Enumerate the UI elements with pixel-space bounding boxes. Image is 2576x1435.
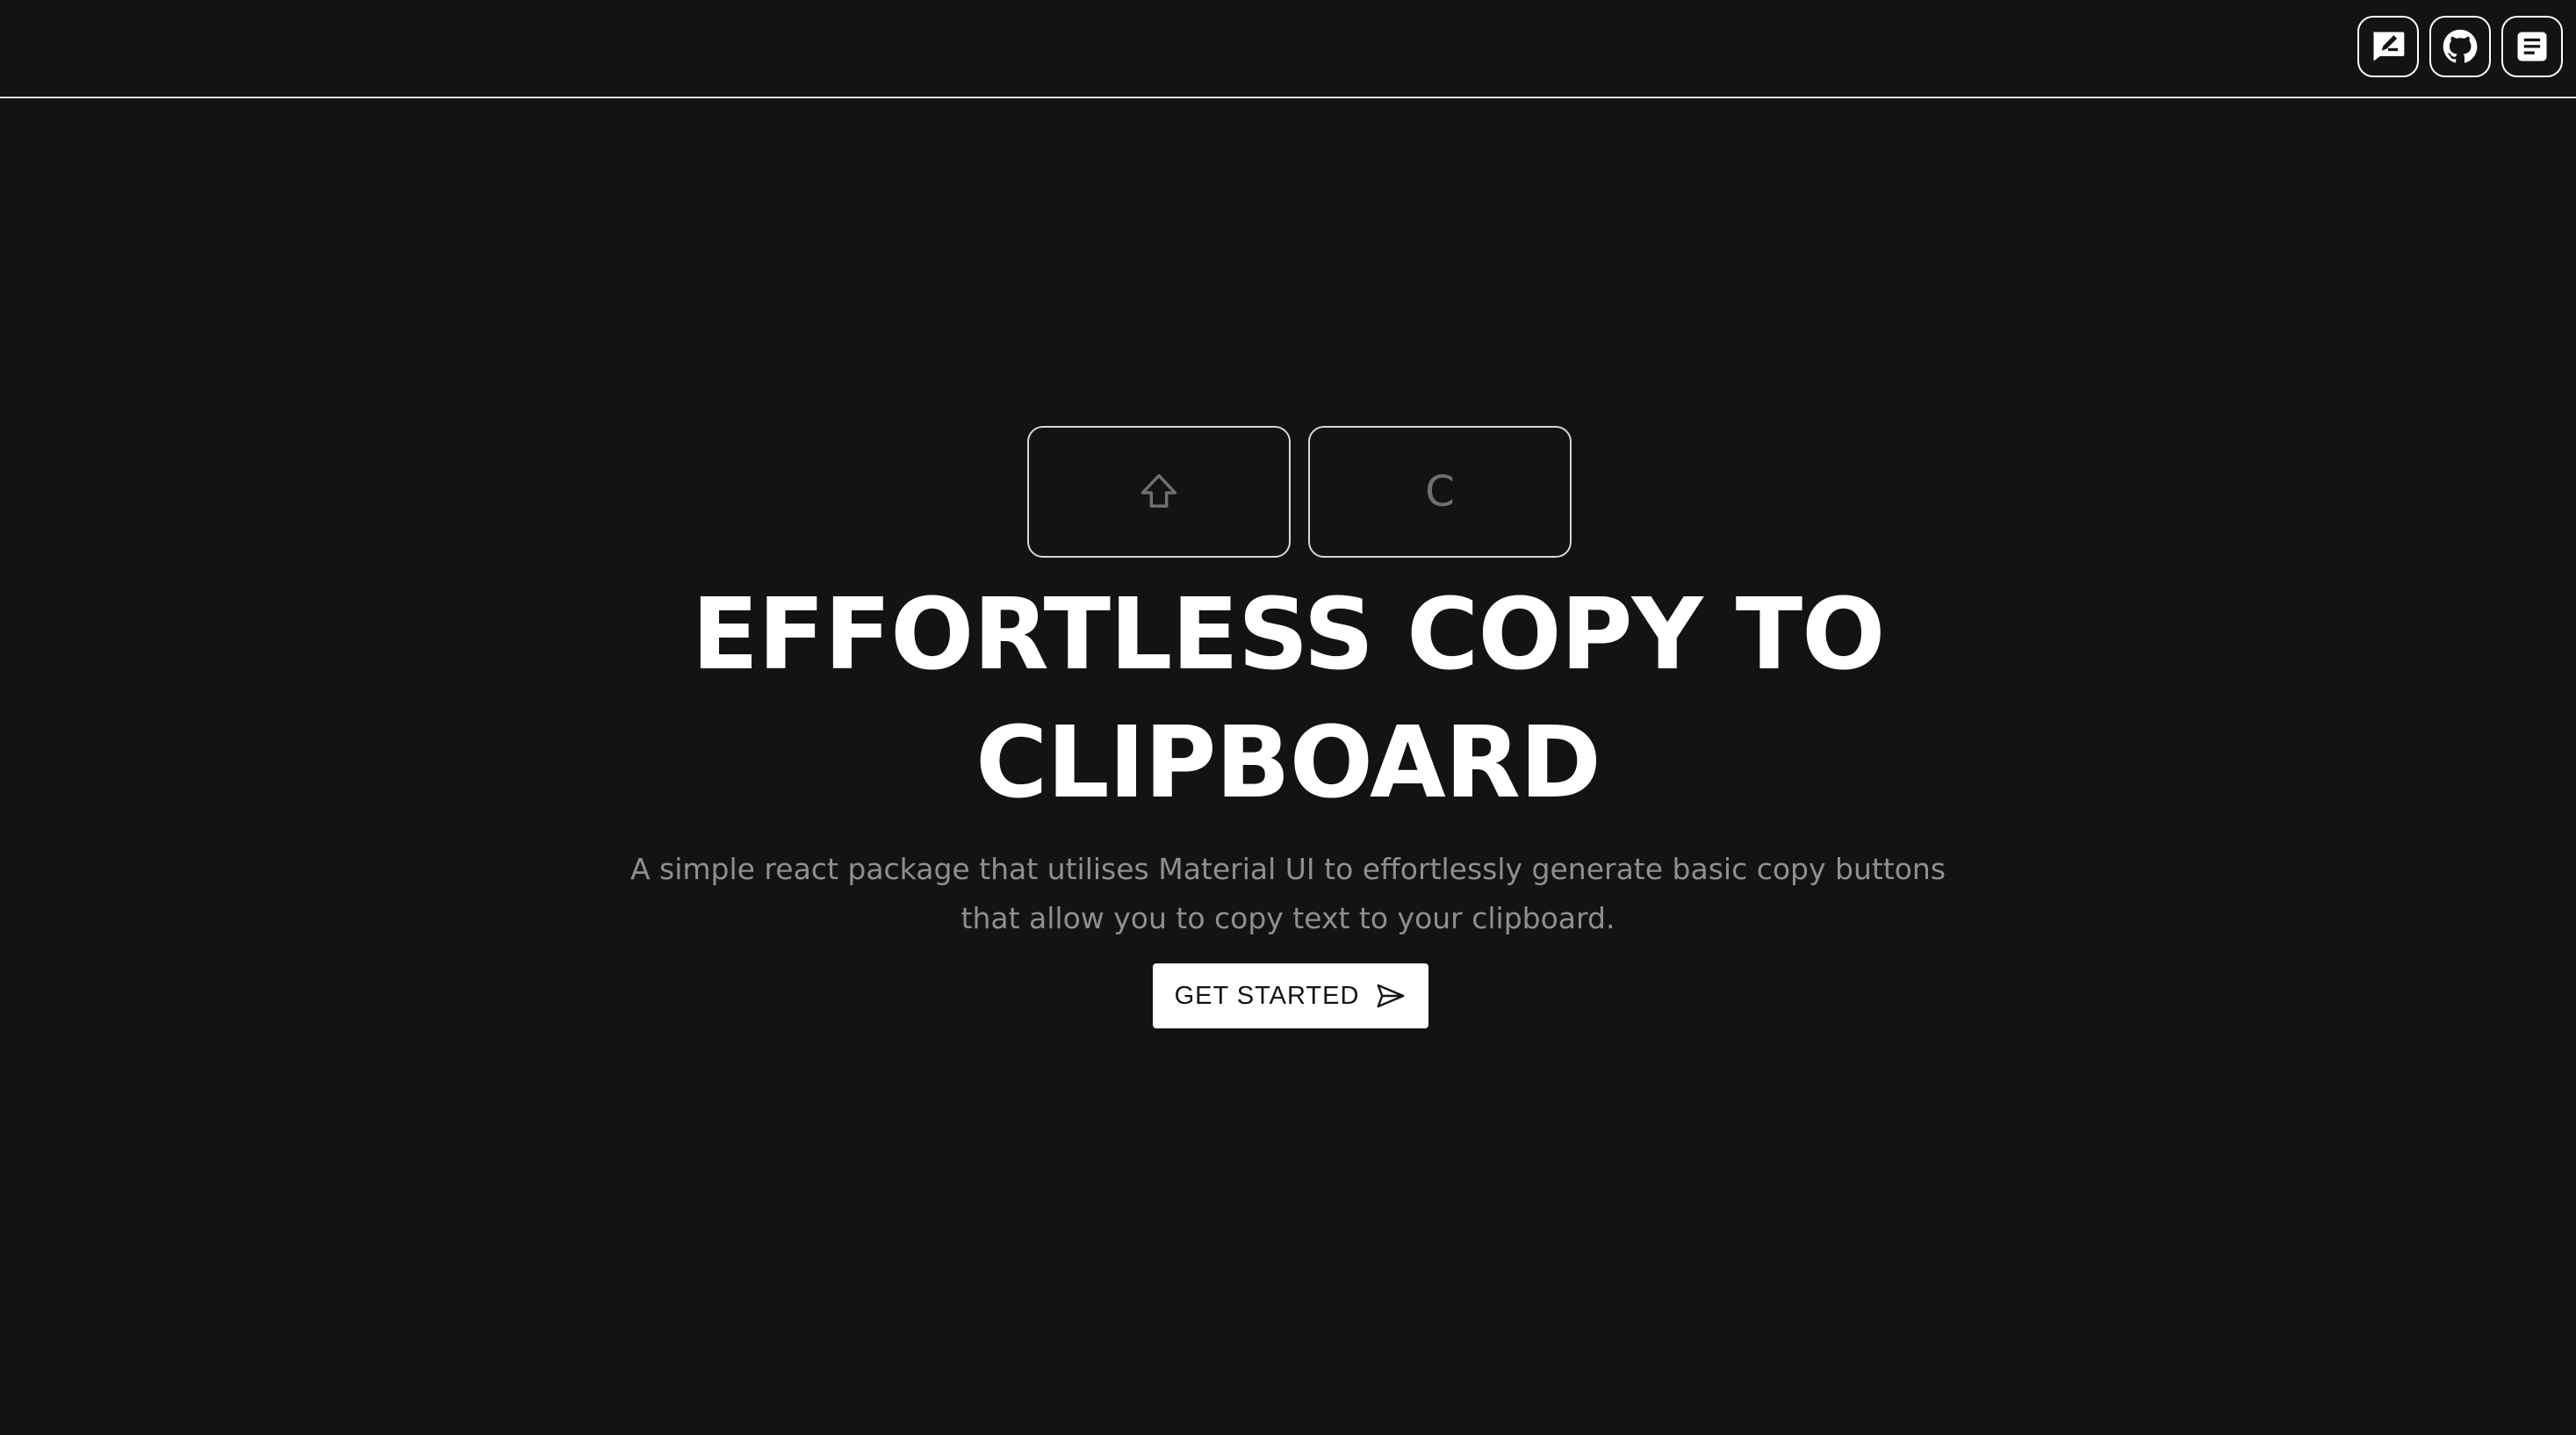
send-icon bbox=[1377, 984, 1405, 1008]
keyboard-shortcut-illustration: C bbox=[1027, 426, 1572, 558]
feedback-icon bbox=[2373, 32, 2405, 61]
c-key-label: C bbox=[1425, 467, 1455, 516]
hero-subtitle-line-2: that allow you to copy text to your clip… bbox=[961, 901, 1615, 935]
hero-title-line-2: CLIPBOARD bbox=[975, 706, 1601, 820]
hero-title-line-1: EFFORTLESS COPY TO bbox=[691, 578, 1886, 692]
shift-arrow-icon bbox=[1140, 473, 1177, 508]
c-key: C bbox=[1308, 426, 1572, 558]
github-icon bbox=[2443, 29, 2478, 63]
hero-subtitle-line-1: A simple react package that utilises Mat… bbox=[630, 852, 1946, 886]
feedback-button[interactable] bbox=[2357, 16, 2419, 77]
get-started-button[interactable]: GET STARTED bbox=[1153, 963, 1428, 1028]
docs-icon bbox=[2517, 32, 2547, 61]
hero-subtitle: A simple react package that utilises Mat… bbox=[586, 845, 1990, 943]
shift-key bbox=[1027, 426, 1291, 558]
github-button[interactable] bbox=[2429, 16, 2491, 77]
hero-title: EFFORTLESS COPY TO CLIPBOARD bbox=[0, 571, 2576, 827]
documentation-button[interactable] bbox=[2501, 16, 2563, 77]
get-started-label: GET STARTED bbox=[1174, 981, 1360, 1010]
top-navigation-bar bbox=[0, 0, 2576, 98]
